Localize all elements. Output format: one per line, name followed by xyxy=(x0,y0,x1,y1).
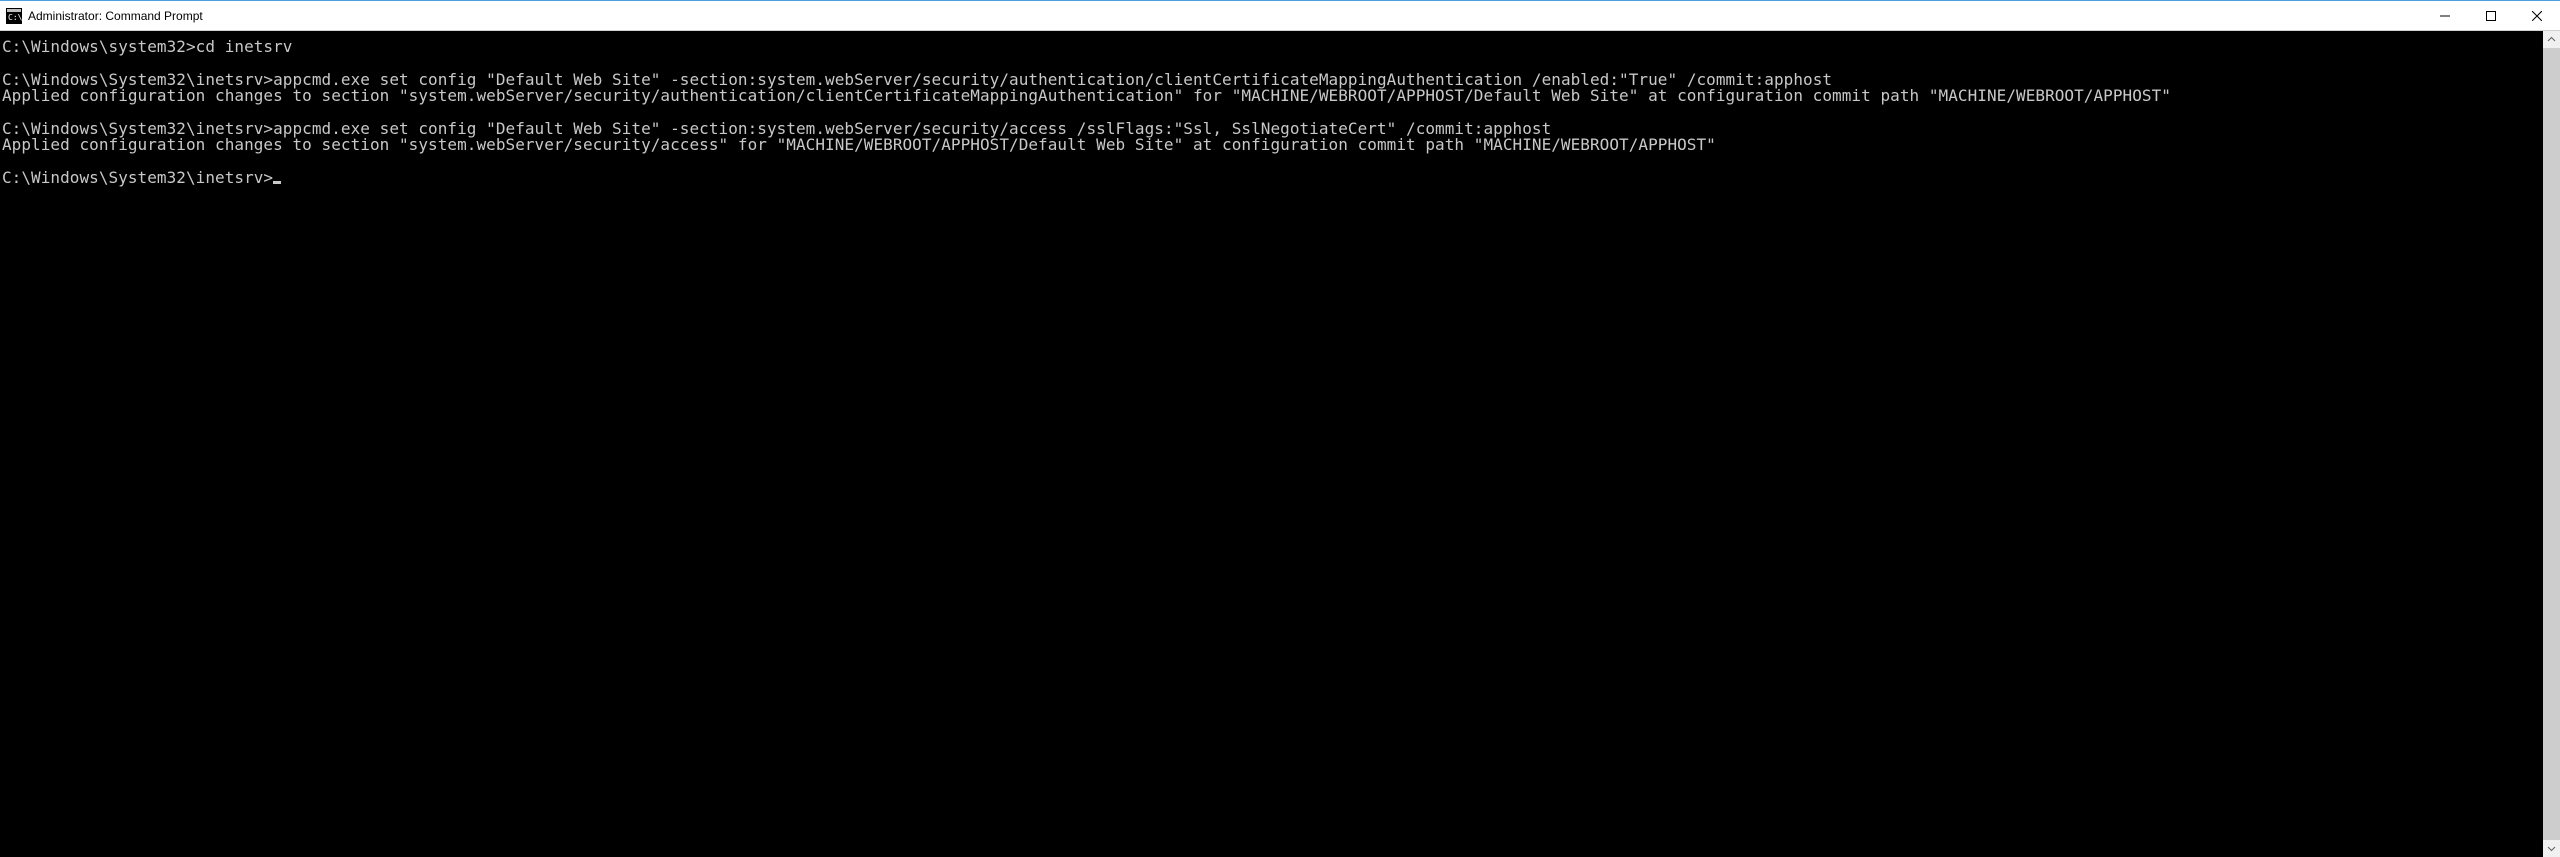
window-controls xyxy=(2422,1,2560,30)
svg-text:C:\: C:\ xyxy=(8,13,22,22)
console-prompt: C:\Windows\system32> xyxy=(2,37,196,56)
console-output[interactable]: C:\Windows\system32>cd inetsrv C:\Window… xyxy=(0,31,2543,857)
chevron-up-icon xyxy=(2547,35,2556,44)
close-icon xyxy=(2532,11,2542,21)
client-area: C:\Windows\system32>cd inetsrv C:\Window… xyxy=(0,31,2560,857)
scroll-thumb[interactable] xyxy=(2543,48,2560,840)
window-title: Administrator: Command Prompt xyxy=(28,9,203,23)
maximize-button[interactable] xyxy=(2468,1,2514,30)
console-prompt: C:\Windows\System32\inetsrv> xyxy=(2,170,273,186)
console-input: cd inetsrv xyxy=(196,37,293,56)
minimize-icon xyxy=(2440,11,2450,21)
maximize-icon xyxy=(2486,11,2496,21)
scroll-track[interactable] xyxy=(2543,48,2560,840)
console-output-line: Applied configuration changes to section… xyxy=(2,88,2543,104)
console-active-prompt[interactable]: C:\Windows\System32\inetsrv> xyxy=(2,170,2543,186)
console-blank-line xyxy=(2,154,2543,170)
titlebar-left: C:\ Administrator: Command Prompt xyxy=(0,8,203,24)
window-titlebar: C:\ Administrator: Command Prompt xyxy=(0,1,2560,31)
minimize-button[interactable] xyxy=(2422,1,2468,30)
console-cursor xyxy=(273,181,281,184)
console-output-line: Applied configuration changes to section… xyxy=(2,137,2543,153)
command-prompt-icon: C:\ xyxy=(6,8,22,24)
chevron-down-icon xyxy=(2547,844,2556,853)
scroll-up-button[interactable] xyxy=(2543,31,2560,48)
vertical-scrollbar[interactable] xyxy=(2543,31,2560,857)
scroll-down-button[interactable] xyxy=(2543,840,2560,857)
console-command-line: C:\Windows\system32>cd inetsrv xyxy=(2,39,2543,55)
close-button[interactable] xyxy=(2514,1,2560,30)
